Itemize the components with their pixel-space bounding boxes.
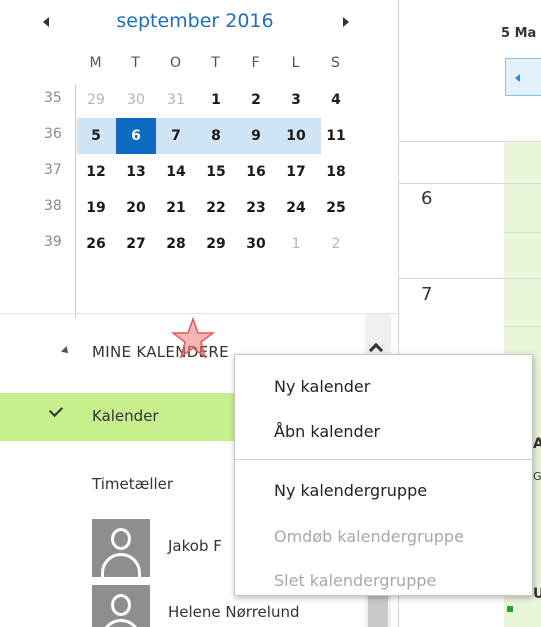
calendar-item-label: Timetæller (92, 475, 174, 493)
calendar-day[interactable]: 9 (236, 118, 276, 154)
hour-divider (399, 183, 541, 184)
calendar-day[interactable]: 11 (316, 118, 356, 154)
calendar-day[interactable]: 2 (316, 226, 356, 262)
hour-label: 7 (421, 284, 433, 305)
hour-divider (399, 278, 541, 279)
calendar-day[interactable]: 29 (196, 226, 236, 262)
calendar-day[interactable]: 30 (116, 82, 156, 118)
weekday-label: L (291, 55, 301, 71)
calendar-day[interactable]: 1 (276, 226, 316, 262)
hour-label: 6 (421, 188, 433, 209)
half-hour-divider (504, 232, 541, 233)
calendar-day[interactable]: 16 (236, 154, 276, 190)
calendar-day[interactable]: 27 (116, 226, 156, 262)
avatar-shoulders (101, 553, 141, 577)
triangle-right-icon (343, 17, 349, 27)
calendar-day[interactable]: 30 (236, 226, 276, 262)
calendar-day[interactable]: 12 (76, 154, 116, 190)
week-number[interactable]: 39 (44, 234, 72, 250)
arrow-left-icon (515, 74, 520, 82)
calendar-day[interactable]: 1 (196, 82, 236, 118)
previous-month-button[interactable] (40, 14, 54, 30)
month-title[interactable]: september 2016 (80, 10, 310, 32)
calendar-day[interactable]: 8 (196, 118, 236, 154)
calendar-day[interactable]: 15 (196, 154, 236, 190)
calendar-day[interactable]: 22 (196, 190, 236, 226)
star-marker-icon (170, 316, 216, 359)
calendar-week-row: 36 5 6 7 8 9 10 11 (44, 118, 354, 154)
calendar-day[interactable]: 19 (76, 190, 116, 226)
calendar-week-row: 39 26 27 28 29 30 1 2 (44, 226, 354, 262)
context-menu: Ny kalender Åbn kalender Ny kalendergrup… (234, 354, 533, 596)
avatar (92, 519, 150, 577)
calendar-day[interactable]: 14 (156, 154, 196, 190)
calendar-day[interactable]: 3 (276, 82, 316, 118)
avatar (92, 585, 150, 627)
menu-item-new-calendar[interactable]: Ny kalender (235, 367, 532, 405)
calendar-day-today[interactable]: 6 (116, 118, 156, 154)
menu-item-new-calendar-group[interactable]: Ny kalendergruppe (235, 471, 532, 509)
avatar-head (111, 528, 131, 550)
menu-item-delete-calendar-group[interactable]: Slet kalendergruppe (235, 561, 532, 599)
calendar-day[interactable]: 24 (276, 190, 316, 226)
calendar-day[interactable]: 23 (236, 190, 276, 226)
avatar-head (111, 594, 131, 616)
section-divider (0, 313, 398, 314)
menu-item-label: Omdøb kalendergruppe (274, 527, 464, 546)
calendar-day[interactable]: 18 (316, 154, 356, 190)
person-name: Jakob F (168, 537, 222, 555)
calendar-day[interactable]: 5 (76, 118, 116, 154)
menu-item-label: Ny kalendergruppe (274, 481, 428, 500)
weekday-label: O (169, 55, 183, 71)
menu-item-label: Ny kalender (274, 377, 371, 396)
calendar-week-row: 37 12 13 14 15 16 17 18 (44, 154, 354, 190)
menu-item-label: Åbn kalender (274, 422, 381, 441)
collapse-triangle-icon[interactable] (61, 346, 71, 356)
weekday-label: S (331, 55, 341, 71)
calendar-week-row: 38 19 20 21 22 23 24 25 (44, 190, 354, 226)
calendar-day[interactable]: 7 (156, 118, 196, 154)
avatar-shoulders (101, 619, 141, 627)
calendar-day[interactable]: 28 (156, 226, 196, 262)
calendar-day[interactable]: 17 (276, 154, 316, 190)
week-number[interactable]: 37 (44, 162, 72, 178)
event-text-fragment: U (533, 586, 541, 602)
weekday-label: F (251, 55, 261, 71)
event-color-marker (507, 606, 513, 612)
calendar-week-row: 35 29 30 31 1 2 3 4 (44, 82, 354, 118)
calendar-day[interactable]: 10 (276, 118, 316, 154)
event-text-fragment: G (533, 470, 541, 483)
calendar-day[interactable]: 20 (116, 190, 156, 226)
day-view-nav-chip[interactable] (505, 58, 541, 96)
calendar-day[interactable]: 29 (76, 82, 116, 118)
triangle-left-icon (43, 17, 49, 27)
weekday-label: T (211, 55, 221, 71)
half-hour-divider (504, 326, 541, 327)
day-view-date-header: 5 Ma (501, 26, 537, 41)
calendar-item-label: Kalender (92, 407, 159, 425)
menu-item-open-calendar[interactable]: Åbn kalender (235, 412, 532, 450)
person-name: Helene Nørrelund (168, 603, 300, 621)
calendar-day[interactable]: 4 (316, 82, 356, 118)
calendar-day[interactable]: 26 (76, 226, 116, 262)
calendar-day[interactable]: 31 (156, 82, 196, 118)
weekday-label: T (131, 55, 141, 71)
checkmark-icon (48, 402, 64, 418)
week-number[interactable]: 38 (44, 198, 72, 214)
menu-item-label: Slet kalendergruppe (274, 571, 437, 590)
menu-separator (235, 459, 532, 460)
weekday-label: M (89, 55, 103, 71)
calendar-day[interactable]: 2 (236, 82, 276, 118)
week-number[interactable]: 35 (44, 90, 72, 106)
week-number[interactable]: 36 (44, 126, 72, 142)
calendar-day[interactable]: 13 (116, 154, 156, 190)
menu-item-rename-calendar-group[interactable]: Omdøb kalendergruppe (235, 517, 532, 555)
calendar-day[interactable]: 21 (156, 190, 196, 226)
next-month-button[interactable] (339, 14, 353, 30)
calendar-day[interactable]: 25 (316, 190, 356, 226)
event-text-fragment: A (533, 436, 541, 452)
